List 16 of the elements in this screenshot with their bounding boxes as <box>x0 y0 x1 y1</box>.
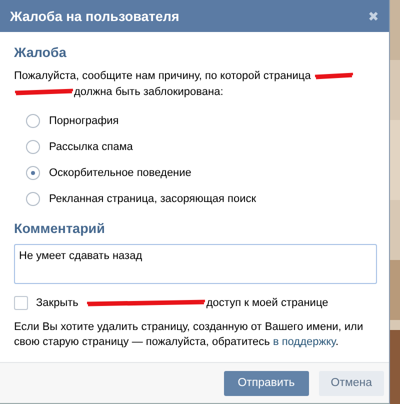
radio-label[interactable]: Рекланная страница, засоряющая поиск <box>49 192 256 204</box>
intro-text: Пожалуйста, сообщите нам причину, по которой страница <box>14 70 311 82</box>
send-button[interactable]: Отправить <box>224 370 309 396</box>
intro-text: должна быть заблокирована: <box>74 86 224 98</box>
section-heading: Комментарий <box>14 221 106 236</box>
comment-field[interactable]: Не умеет сдавать назад <box>14 244 377 284</box>
checkbox-label[interactable]: доступ к моей странице <box>206 297 328 309</box>
radio-label[interactable]: Рассылка спама <box>49 140 133 152</box>
radio-label[interactable]: Оскорбительное поведение <box>49 166 192 178</box>
checkbox-label[interactable]: Закрыть <box>36 297 78 309</box>
section-heading: Жалоба <box>14 45 68 60</box>
cancel-button[interactable]: Отмена <box>318 370 384 396</box>
support-note: Если Вы хотите удалить страницу, созданную от Вашего имени, или свою старую страницу — пожалуйста, обратитесь в поддержку. <box>14 320 364 350</box>
radio-label[interactable]: Порнография <box>49 114 119 126</box>
dialog-title: Жалоба на пользователя <box>10 8 180 24</box>
support-link[interactable]: в поддержку <box>272 336 336 348</box>
